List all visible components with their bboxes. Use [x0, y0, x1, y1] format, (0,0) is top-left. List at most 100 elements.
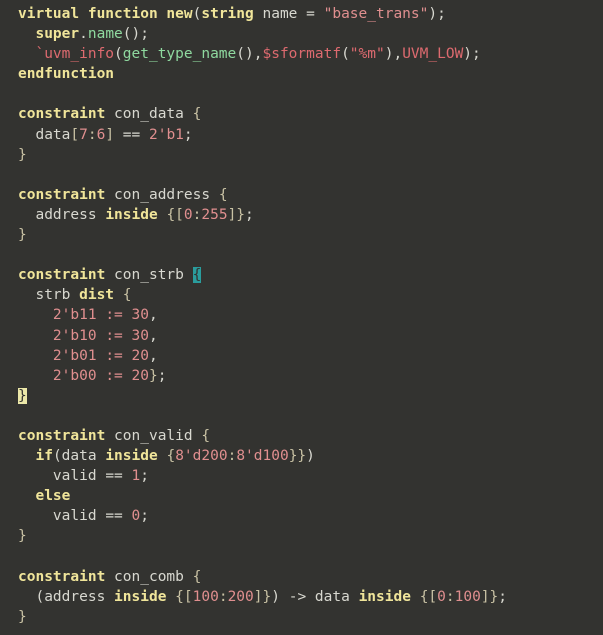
code-token-pun: {: [166, 448, 176, 465]
code-line[interactable]: ​: [0, 245, 603, 265]
code-token-num: 1: [131, 468, 141, 485]
code-token-pun: {: [192, 106, 202, 123]
code-line[interactable]: virtual function new(string name = "base…: [0, 4, 603, 24]
code-token-fn: name: [87, 26, 123, 43]
code-token-id: valid: [18, 508, 106, 525]
code-line[interactable]: constraint con_valid {: [0, 426, 603, 446]
code-token-pun: ]}: [227, 206, 246, 223]
code-line[interactable]: ​: [0, 406, 603, 426]
code-token-pun: ]: [105, 126, 115, 143]
code-token-num: 0: [131, 508, 141, 525]
code-token-id: con_data: [105, 106, 193, 123]
code-token-id: [18, 348, 53, 364]
code-token-id: address: [44, 588, 115, 605]
code-token-pun: :: [227, 448, 237, 465]
code-token-kw: inside: [105, 206, 158, 223]
code-token-pun: }: [18, 146, 27, 163]
code-token-op: ;: [157, 367, 167, 384]
code-line[interactable]: (address inside {[100:200]}) -> data ins…: [0, 587, 603, 607]
code-token-mac: UVM_LOW: [402, 46, 464, 63]
code-line[interactable]: constraint con_address {: [0, 185, 603, 205]
code-token-id: [18, 589, 35, 605]
code-token-id: [114, 287, 123, 303]
code-token-id: con_valid: [105, 427, 202, 444]
code-token-str: "base_trans": [323, 6, 429, 22]
code-token-pun: {: [192, 568, 202, 585]
code-token-kw: inside: [358, 588, 411, 605]
code-line[interactable]: 2'b01 := 20,: [0, 346, 603, 366]
code-token-id: [79, 6, 88, 22]
code-line[interactable]: constraint con_data {: [0, 104, 603, 124]
code-token-op: ) ->: [271, 588, 315, 605]
code-token-kw: constraint: [18, 267, 106, 284]
code-line[interactable]: valid == 0;: [0, 506, 603, 526]
code-token-mac: $sformatf: [262, 46, 342, 63]
code-token-num: :=: [105, 327, 123, 344]
code-line[interactable]: 2'b10 := 30,: [0, 326, 603, 346]
code-token-num: 2'b1: [148, 126, 184, 143]
code-token-id: [18, 368, 53, 384]
code-token-op: ;: [140, 508, 149, 525]
code-token-pun: }: [148, 367, 158, 384]
code-line[interactable]: ​: [0, 165, 603, 185]
code-token-op: .: [79, 26, 88, 43]
code-line[interactable]: }: [0, 526, 603, 546]
code-line[interactable]: ​: [0, 547, 603, 567]
code-token-num: 8'd200: [175, 448, 228, 465]
code-line[interactable]: constraint con_strb {: [0, 265, 603, 285]
code-token-num: 20: [131, 367, 149, 384]
code-token-fn: get_type_name: [122, 46, 237, 63]
code-line[interactable]: }: [0, 607, 603, 627]
code-editor-view[interactable]: virtual function new (string name = "base…: [0, 0, 603, 635]
code-token-op: [97, 307, 106, 323]
code-line[interactable]: ​: [0, 84, 603, 104]
code-line[interactable]: `uvm_info(get_type_name(),$sformatf("%m"…: [0, 44, 603, 64]
code-token-num: 7: [79, 126, 88, 143]
code-token-num: 200: [227, 588, 254, 605]
code-line[interactable]: valid == 1;: [0, 466, 603, 486]
code-line[interactable]: }: [0, 225, 603, 245]
code-token-hl-close: }: [18, 387, 27, 404]
code-token-op: [123, 348, 132, 364]
code-line[interactable]: data[7:6] == 2'b1;: [0, 125, 603, 145]
code-token-op: ==: [105, 508, 132, 525]
code-token-pun: {[: [166, 206, 184, 223]
code-token-id: [18, 46, 35, 62]
code-line[interactable]: address inside {[0:255]};: [0, 205, 603, 225]
code-line[interactable]: }: [0, 145, 603, 165]
code-line[interactable]: else: [0, 486, 603, 506]
code-token-op: ;: [498, 588, 508, 605]
code-line[interactable]: 2'b11 := 30,: [0, 305, 603, 325]
code-token-id: valid: [18, 468, 106, 485]
code-line[interactable]: strb dist {: [0, 285, 603, 305]
code-token-num: 30: [131, 307, 149, 324]
code-token-kw: inside: [114, 588, 167, 605]
code-token-id: strb: [18, 287, 80, 304]
code-token-pun: {: [122, 287, 132, 304]
code-token-num: 30: [131, 327, 149, 344]
code-token-op: [123, 368, 132, 384]
code-token-num: 2'b10: [52, 327, 97, 344]
code-token-op: );: [428, 6, 446, 22]
code-token-id: [166, 589, 175, 605]
code-line[interactable]: if(data inside {8'd200:8'd100}}): [0, 446, 603, 466]
code-line[interactable]: endfunction: [0, 64, 603, 84]
code-token-op: (: [114, 46, 123, 63]
code-token-mac: `uvm_info: [35, 46, 115, 63]
code-token-id: [18, 328, 53, 344]
code-line[interactable]: }: [0, 386, 603, 406]
code-token-op: [97, 368, 106, 384]
code-token-op: ,: [148, 327, 158, 344]
code-token-id: name: [253, 6, 307, 22]
code-token-kw: string: [201, 6, 254, 22]
code-line[interactable]: constraint con_comb {: [0, 567, 603, 587]
code-token-op: ==: [114, 126, 149, 143]
code-line[interactable]: 2'b00 := 20};: [0, 366, 603, 386]
code-token-pun: {[: [419, 588, 438, 605]
code-token-kw: dist: [79, 287, 115, 304]
code-token-num: :=: [105, 347, 123, 364]
code-token-id: [18, 26, 35, 42]
code-token-mac: "%m": [349, 46, 385, 63]
code-token-op: (: [341, 46, 350, 63]
code-line[interactable]: super.name();: [0, 24, 603, 44]
